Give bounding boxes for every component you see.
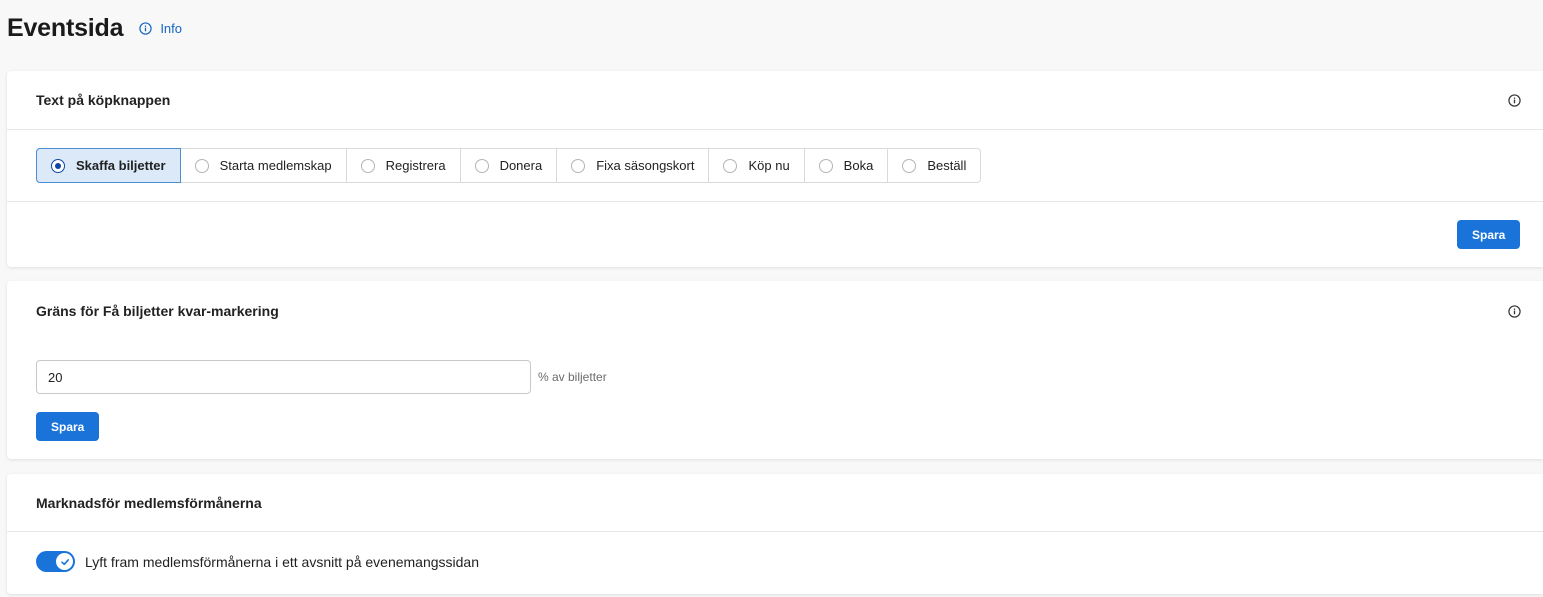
divider bbox=[7, 201, 1543, 202]
toggle-row: Lyft fram medlemsförmånerna i ett avsnit… bbox=[36, 551, 479, 572]
highlight-benefits-toggle[interactable] bbox=[36, 551, 75, 572]
radio-icon bbox=[818, 158, 833, 173]
few-tickets-threshold-card: Gräns för Få biljetter kvar-markering % … bbox=[7, 281, 1543, 459]
radio-icon bbox=[360, 158, 375, 173]
radio-icon bbox=[194, 158, 209, 173]
option-label: Boka bbox=[843, 158, 874, 173]
option-label: Skaffa biljetter bbox=[76, 158, 166, 173]
option-starta-medlemskap[interactable]: Starta medlemskap bbox=[181, 149, 347, 182]
threshold-input-row: % av biljetter bbox=[36, 360, 607, 394]
page-header: Eventsida Info bbox=[7, 8, 182, 48]
option-fixa-sasongskort[interactable]: Fixa säsongskort bbox=[557, 149, 710, 182]
card-header: Text på köpknappen bbox=[7, 71, 1543, 129]
card-title: Text på köpknappen bbox=[36, 92, 171, 108]
info-link-label: Info bbox=[160, 20, 182, 36]
radio-icon bbox=[902, 158, 917, 173]
option-boka[interactable]: Boka bbox=[805, 149, 889, 182]
info-icon[interactable] bbox=[1508, 93, 1521, 107]
toggle-knob bbox=[56, 553, 73, 570]
card-title: Gräns för Få biljetter kvar-markering bbox=[36, 303, 279, 319]
info-link[interactable]: Info bbox=[139, 21, 182, 36]
page-title: Eventsida bbox=[7, 13, 124, 42]
check-icon bbox=[60, 558, 69, 565]
option-registrera[interactable]: Registrera bbox=[347, 149, 461, 182]
radio-selected-icon bbox=[51, 158, 65, 173]
option-label: Starta medlemskap bbox=[219, 158, 332, 173]
save-button[interactable]: Spara bbox=[36, 412, 99, 441]
card-title: Marknadsför medlemsförmånerna bbox=[36, 494, 262, 511]
option-skaffa-biljetter[interactable]: Skaffa biljetter bbox=[36, 148, 181, 183]
radio-icon bbox=[571, 158, 586, 173]
card-header: Gräns för Få biljetter kvar-markering bbox=[7, 281, 1543, 341]
option-kop-nu[interactable]: Köp nu bbox=[709, 149, 805, 182]
buy-button-text-options: Skaffa biljetter Starta medlemskap Regis… bbox=[36, 148, 982, 183]
option-label: Beställ bbox=[927, 158, 967, 173]
membership-benefits-card: Marknadsför medlemsförmånerna Lyft fram … bbox=[7, 474, 1543, 594]
radio-icon bbox=[723, 158, 738, 173]
info-icon bbox=[139, 21, 152, 35]
buy-button-text-card: Text på köpknappen Skaffa biljetter Star… bbox=[7, 71, 1543, 267]
info-icon[interactable] bbox=[1508, 304, 1521, 318]
option-bestall[interactable]: Beställ bbox=[888, 149, 980, 182]
card-header: Marknadsför medlemsförmånerna bbox=[7, 474, 1543, 531]
option-label: Registrera bbox=[385, 158, 446, 173]
threshold-percent-input[interactable] bbox=[36, 360, 531, 394]
option-donera[interactable]: Donera bbox=[461, 149, 558, 182]
option-label: Köp nu bbox=[748, 158, 790, 173]
radio-icon bbox=[474, 158, 489, 173]
save-button[interactable]: Spara bbox=[1457, 220, 1520, 249]
divider bbox=[7, 531, 1543, 532]
divider bbox=[7, 129, 1543, 130]
input-suffix: % av biljetter bbox=[538, 370, 607, 384]
option-label: Fixa säsongskort bbox=[596, 158, 695, 173]
option-label: Donera bbox=[499, 158, 543, 173]
toggle-label: Lyft fram medlemsförmånerna i ett avsnit… bbox=[85, 553, 480, 570]
